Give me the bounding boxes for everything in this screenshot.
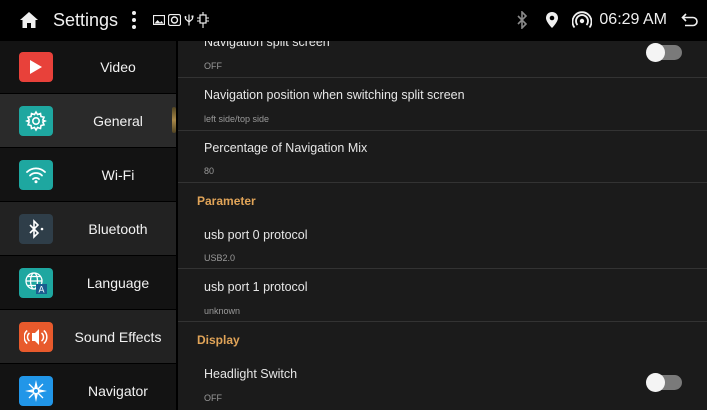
hotspot-icon: [572, 11, 593, 29]
sidebar-item-bluetooth[interactable]: Bluetooth: [0, 202, 176, 256]
setting-value: 80: [204, 166, 215, 176]
gear-icon: [19, 105, 53, 136]
sidebar-item-label: Bluetooth: [88, 220, 148, 237]
image-notification-icon: [153, 15, 166, 25]
setting-row-usb1[interactable]: usb port 1 protocol unknown: [178, 269, 707, 322]
split-screen-toggle[interactable]: [646, 43, 682, 62]
setting-title: Navigation split screen: [204, 41, 330, 49]
setting-value: left side/top side: [204, 114, 270, 124]
sidebar-item-label: Video: [100, 59, 136, 75]
setting-row-usb0[interactable]: usb port 0 protocol USB2.0: [178, 217, 707, 269]
wifi-icon: [19, 159, 53, 190]
setting-value: USB2.0: [204, 253, 236, 263]
sidebar-item-navigator[interactable]: Navigator: [0, 364, 176, 410]
setting-row-headlight[interactable]: Headlight Switch OFF: [178, 357, 707, 410]
sidebar-item-label: Language: [86, 274, 150, 291]
sidebar-item-video[interactable]: Video: [0, 41, 176, 94]
more-menu-icon[interactable]: [131, 11, 137, 29]
location-icon: [546, 12, 559, 28]
sidebar-item-label: Navigator: [88, 382, 148, 399]
sidebar-item-wifi[interactable]: Wi-Fi: [0, 148, 176, 202]
settings-panel: Navigation split screen OFF Navigation p…: [178, 41, 707, 410]
active-indicator: [172, 107, 176, 133]
setting-title: usb port 0 protocol: [204, 228, 308, 242]
sidebar-item-sound-effects[interactable]: Sound Effects: [0, 310, 176, 364]
setting-row-nav-position[interactable]: Navigation position when switching split…: [178, 78, 707, 131]
clock: 06:29 AM: [599, 11, 667, 28]
globe-icon: A: [19, 267, 53, 298]
sidebar-item-language[interactable]: A Language: [0, 256, 176, 310]
page-title: Settings: [53, 9, 119, 30]
setting-row-nav-mix[interactable]: Percentage of Navigation Mix 80: [178, 131, 707, 183]
speaker-icon: [19, 321, 53, 352]
setting-title: Percentage of Navigation Mix: [204, 141, 368, 155]
usb-debug-icon: [197, 12, 210, 28]
setting-title: Navigation position when switching split…: [204, 88, 465, 102]
section-header-parameter: Parameter: [197, 194, 256, 208]
notification-icons: [153, 12, 210, 28]
svg-text:A: A: [38, 285, 45, 295]
sidebar-item-label: Wi-Fi: [101, 166, 135, 183]
record-notification-icon: [168, 14, 182, 26]
setting-title: Headlight Switch: [204, 367, 298, 381]
back-icon[interactable]: [681, 12, 699, 28]
setting-value: unknown: [204, 306, 241, 316]
home-icon[interactable]: [19, 11, 39, 29]
status-bar: Settings 06:29 AM: [0, 0, 707, 40]
setting-value: OFF: [204, 61, 222, 71]
bluetooth-icon: [19, 213, 53, 244]
setting-title: usb port 1 protocol: [204, 280, 308, 294]
setting-row-split-screen[interactable]: Navigation split screen OFF: [178, 41, 707, 78]
sidebar-item-label: General: [93, 112, 143, 129]
compass-icon: [19, 375, 53, 406]
sidebar: Video General Wi-Fi Bluetooth A Language…: [0, 41, 176, 410]
bluetooth-status-icon: [517, 11, 528, 29]
sidebar-item-label: Sound Effects: [74, 328, 162, 345]
usb-notification-icon: [184, 14, 194, 26]
headlight-toggle[interactable]: [646, 373, 682, 392]
play-icon: [19, 52, 53, 82]
section-header-display: Display: [197, 333, 240, 347]
sidebar-item-general[interactable]: General: [0, 94, 176, 148]
setting-value: OFF: [204, 393, 222, 403]
